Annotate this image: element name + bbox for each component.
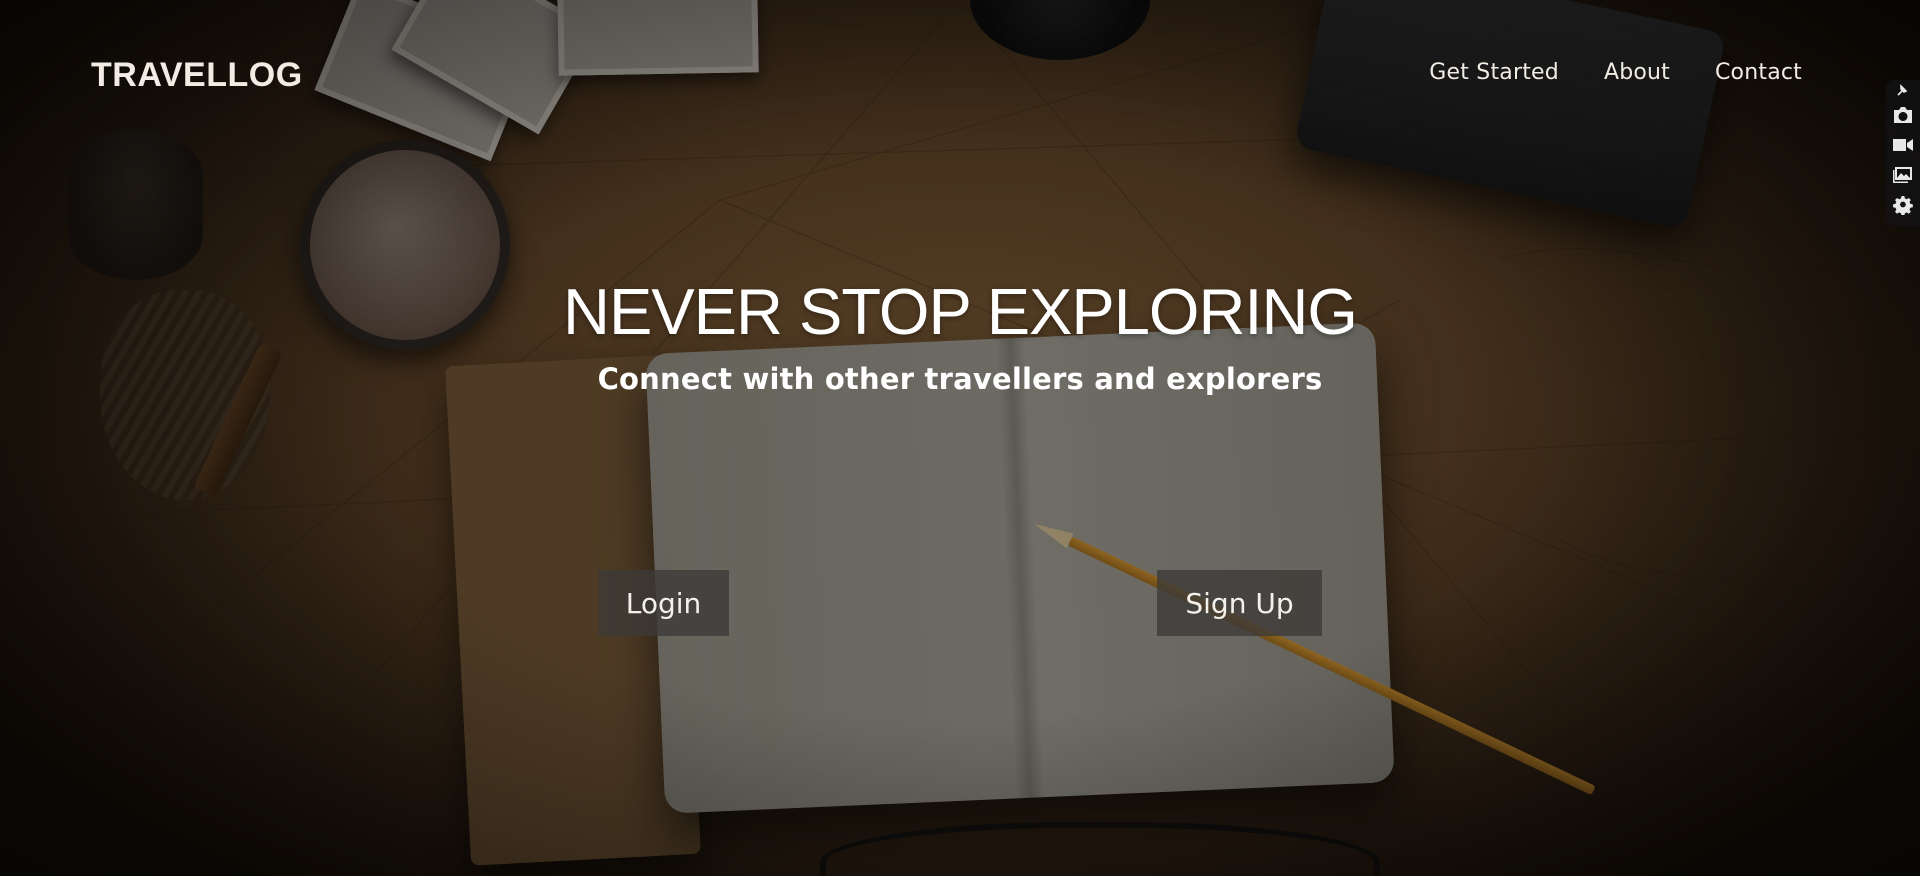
screenshot-button[interactable] — [1890, 100, 1916, 130]
record-video-button[interactable] — [1890, 130, 1916, 160]
camera-icon — [1894, 107, 1912, 123]
image-icon — [1893, 167, 1912, 183]
vignette-overlay — [0, 0, 1920, 876]
gallery-button[interactable] — [1890, 160, 1916, 190]
landing-page: TRAVELLOG Get Started About Contact NEVE… — [0, 0, 1920, 876]
video-icon — [1893, 139, 1913, 151]
pin-icon[interactable] — [1896, 84, 1910, 96]
hero-title: NEVER STOP EXPLORING — [563, 275, 1358, 348]
login-button[interactable]: Login — [598, 570, 729, 636]
signup-button[interactable]: Sign Up — [1157, 570, 1322, 636]
nav-link-contact[interactable]: Contact — [1715, 60, 1802, 85]
settings-button[interactable] — [1890, 190, 1916, 220]
hero-subtitle: Connect with other travellers and explor… — [597, 362, 1323, 396]
nav-link-get-started[interactable]: Get Started — [1429, 60, 1559, 85]
main-nav: Get Started About Contact — [1429, 60, 1802, 85]
capture-toolbar — [1886, 80, 1920, 226]
settings-icon — [1893, 195, 1913, 215]
brand-logo[interactable]: TRAVELLOG — [91, 56, 303, 95]
nav-link-about[interactable]: About — [1604, 60, 1670, 85]
